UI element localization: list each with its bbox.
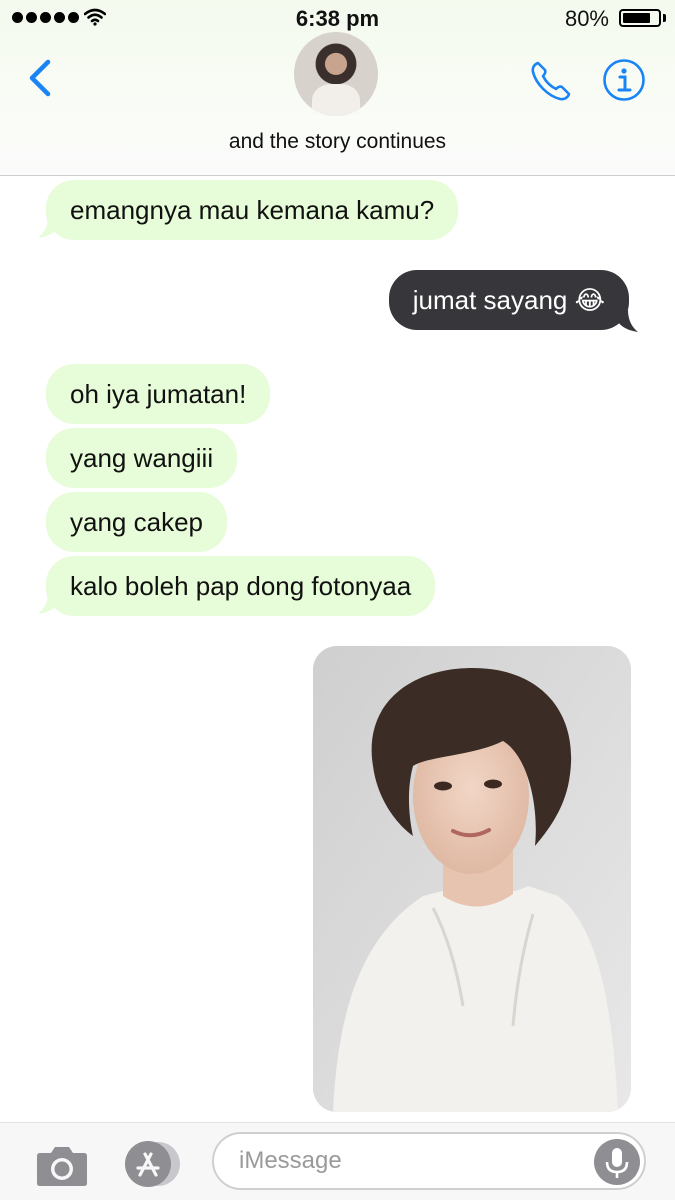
back-button[interactable] (24, 56, 60, 100)
contact-name[interactable]: and the story continues (0, 130, 675, 154)
status-bar: 6:38 pm 80% (0, 0, 675, 36)
phone-call-button[interactable] (528, 58, 574, 104)
message-input[interactable] (212, 1132, 646, 1190)
message-incoming[interactable]: yang cakep (46, 492, 227, 552)
portrait-photo (313, 646, 631, 1112)
microphone-icon (605, 1148, 629, 1178)
message-incoming[interactable]: yang wangiii (46, 428, 238, 488)
conversation-header: 6:38 pm 80% and the story continues (0, 0, 675, 176)
photo-message[interactable] (313, 646, 631, 1112)
microphone-button[interactable] (594, 1139, 640, 1185)
battery-percentage: 80% (564, 6, 609, 31)
message-outgoing[interactable]: jumat sayang 😂 (388, 270, 629, 330)
message-incoming[interactable]: oh iya jumatan! (46, 364, 271, 424)
contact-avatar[interactable] (294, 32, 378, 116)
battery-icon (619, 9, 661, 27)
bubble-tail (618, 310, 638, 332)
message-incoming[interactable]: emangnya mau kemana kamu? (46, 180, 459, 240)
battery-nub (663, 14, 666, 22)
message-incoming[interactable]: kalo boleh pap dong fotonyaa (46, 556, 436, 616)
composer-toolbar (0, 1122, 675, 1200)
camera-button[interactable] (36, 1143, 88, 1187)
app-store-button[interactable] (122, 1140, 184, 1188)
info-button[interactable] (602, 58, 646, 102)
